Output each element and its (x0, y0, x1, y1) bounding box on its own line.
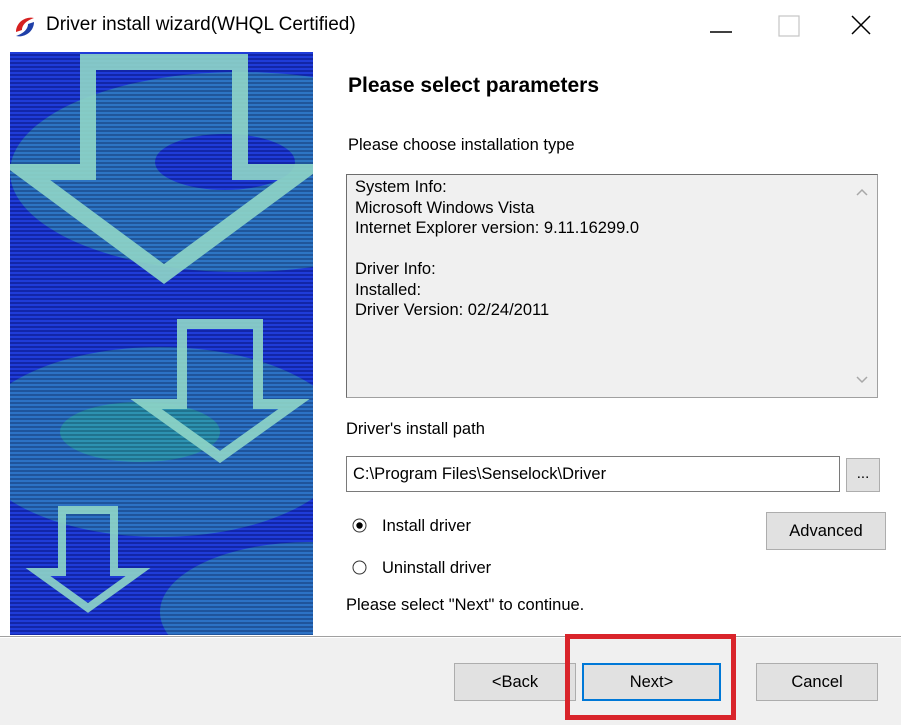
browse-button[interactable]: ... (846, 458, 880, 492)
minimize-button[interactable] (688, 0, 756, 52)
wizard-content: Please select parameters Please choose i… (0, 52, 901, 637)
advanced-button[interactable]: Advanced (766, 512, 886, 550)
installer-window: Driver install wizard(WHQL Certified) Pl… (0, 0, 901, 725)
radio-checked-icon[interactable] (352, 518, 367, 533)
info-line: Driver Info: (355, 260, 436, 278)
minimize-icon (710, 31, 732, 33)
wizard-banner-image (10, 52, 313, 635)
window-title: Driver install wizard(WHQL Certified) (46, 14, 356, 35)
close-icon (851, 15, 871, 35)
scroll-down-icon[interactable] (855, 375, 869, 385)
system-info-textbox[interactable]: System Info: Microsoft Windows Vista Int… (346, 174, 878, 398)
scroll-up-icon[interactable] (855, 187, 869, 197)
title-bar: Driver install wizard(WHQL Certified) (0, 0, 901, 52)
info-line: Microsoft Windows Vista (355, 198, 535, 217)
footer-separator (0, 636, 901, 638)
maximize-icon (778, 15, 800, 37)
info-line (355, 239, 639, 260)
install-path-label: Driver's install path (346, 420, 485, 438)
maximize-button[interactable] (756, 0, 824, 52)
close-button[interactable] (828, 0, 896, 52)
system-info-text: System Info: Microsoft Windows Vista Int… (355, 177, 639, 321)
install-driver-label[interactable]: Install driver (382, 514, 471, 538)
info-line: System Info: (355, 178, 447, 196)
uninstall-driver-label[interactable]: Uninstall driver (382, 556, 491, 580)
cancel-button[interactable]: Cancel (756, 663, 878, 701)
page-heading: Please select parameters (348, 74, 600, 97)
vertical-scrollbar[interactable] (847, 175, 877, 397)
continue-instruction: Please select "Next" to continue. (346, 596, 585, 614)
app-icon (16, 17, 34, 37)
info-line: Internet Explorer version: 9.11.16299.0 (355, 219, 640, 237)
radio-unchecked-icon[interactable] (352, 560, 367, 575)
next-button[interactable]: Next> (582, 663, 721, 701)
install-path-field[interactable]: C:\Program Files\Senselock\Driver (346, 456, 840, 492)
installation-type-label: Please choose installation type (348, 136, 575, 154)
back-button[interactable]: <Back (454, 663, 576, 701)
info-line: Installed: (355, 280, 422, 299)
info-line: Driver Version: 02/24/2011 (355, 301, 550, 319)
